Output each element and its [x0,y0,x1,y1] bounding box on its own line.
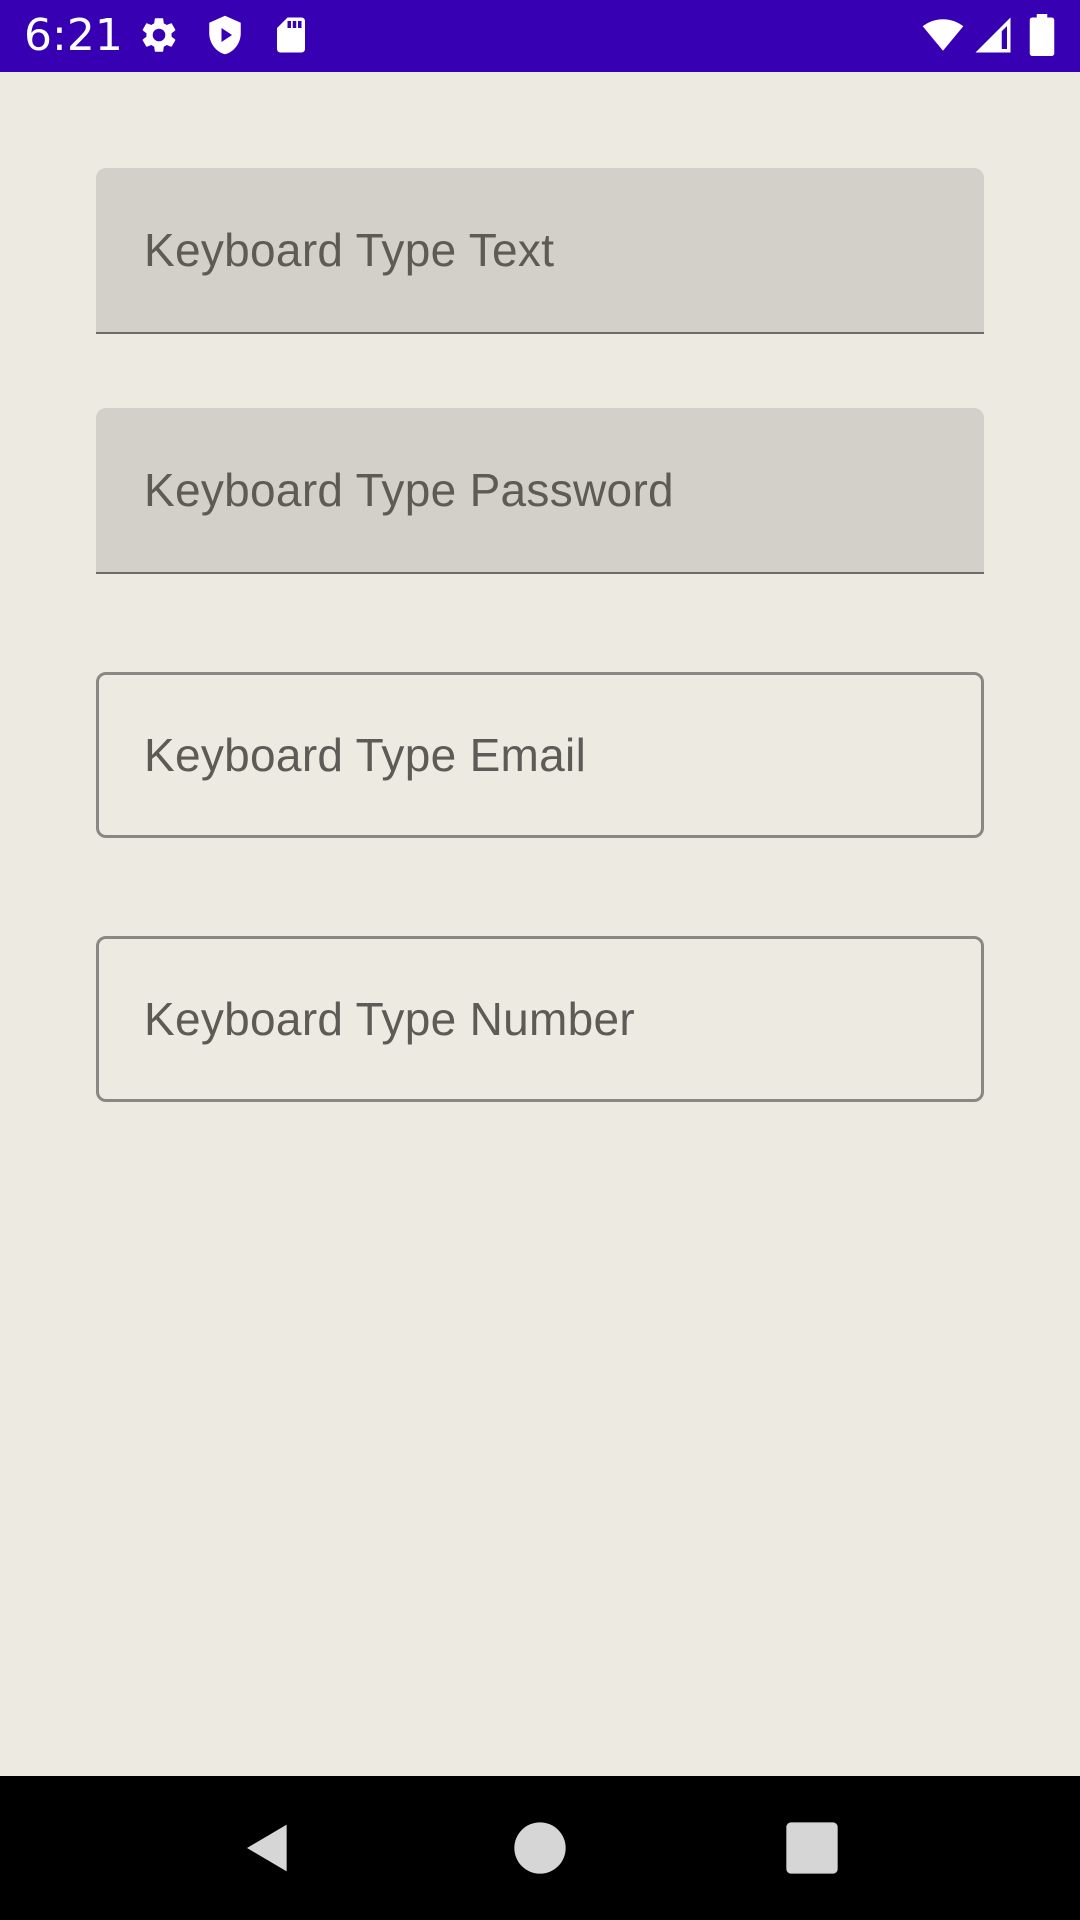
home-icon[interactable] [512,1820,568,1876]
keyboard-number-field[interactable]: Keyboard Type Number [96,936,984,1102]
cell-signal-icon [972,14,1014,56]
status-time: 6:21 [24,10,123,61]
status-bar: 6:21 [0,0,1080,72]
keyboard-email-field[interactable]: Keyboard Type Email [96,672,984,838]
wifi-icon [922,14,964,56]
field-label: Keyboard Type Email [144,729,587,781]
battery-icon [1024,14,1060,56]
keyboard-text-field[interactable]: Keyboard Type Text [96,168,984,334]
field-label: Keyboard Type Password [144,464,674,516]
field-label: Keyboard Type Text [144,224,555,276]
back-icon[interactable] [240,1820,296,1876]
gear-icon [138,14,180,56]
navigation-bar [0,1776,1080,1920]
field-label: Keyboard Type Number [144,993,635,1045]
play-shield-icon [204,14,246,56]
sd-card-icon [270,14,312,56]
recents-icon[interactable] [784,1820,840,1876]
keyboard-password-field[interactable]: Keyboard Type Password [96,408,984,574]
